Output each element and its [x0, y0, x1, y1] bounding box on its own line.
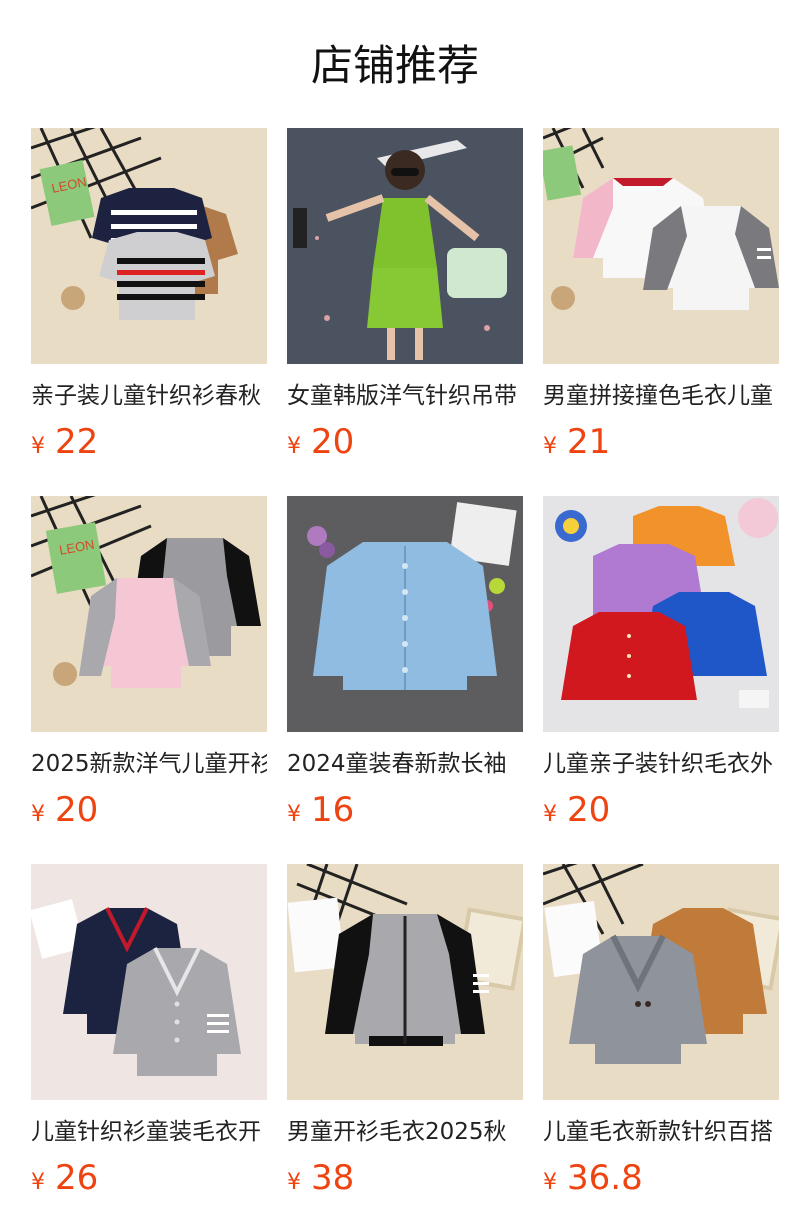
- vneck-cardigan-icon: [31, 864, 267, 1100]
- product-price: 20: [567, 790, 611, 830]
- girl-green-dress-icon: [287, 128, 523, 364]
- product-name[interactable]: 亲子装儿童针织衫春秋: [31, 380, 267, 412]
- currency-symbol: ¥: [287, 434, 301, 459]
- product-image[interactable]: [543, 864, 779, 1100]
- striped-sweater-icon: LEON: [31, 128, 267, 364]
- product-name[interactable]: 儿童亲子装针织毛衣外: [543, 748, 779, 780]
- product-card[interactable]: 男童拼接撞色毛衣儿童 ¥ 21: [543, 128, 779, 496]
- product-card[interactable]: LEON 亲子装儿童针织衫春秋 ¥ 22: [31, 128, 267, 496]
- currency-symbol: ¥: [287, 802, 301, 827]
- pink-cardigan-icon: LEON: [31, 496, 267, 732]
- currency-symbol: ¥: [543, 802, 557, 827]
- product-price: 20: [311, 422, 355, 462]
- price-row: ¥ 38: [287, 1158, 523, 1198]
- currency-symbol: ¥: [287, 1170, 301, 1195]
- product-price: 36.8: [567, 1158, 643, 1198]
- raglan-sweater-icon: [543, 128, 779, 364]
- price-row: ¥ 36.8: [543, 1158, 779, 1198]
- price-row: ¥ 16: [287, 790, 523, 830]
- product-name[interactable]: 男童开衫毛衣2025秋: [287, 1116, 523, 1148]
- shawl-cardigan-icon: [543, 864, 779, 1100]
- product-price: 20: [55, 790, 99, 830]
- product-card[interactable]: 男童开衫毛衣2025秋 ¥ 38: [287, 864, 523, 1232]
- currency-symbol: ¥: [31, 434, 45, 459]
- product-name[interactable]: 儿童毛衣新款针织百搭: [543, 1116, 779, 1148]
- product-price: 26: [55, 1158, 99, 1198]
- product-card[interactable]: 儿童毛衣新款针织百搭 ¥ 36.8: [543, 864, 779, 1232]
- product-price: 21: [567, 422, 611, 462]
- currency-symbol: ¥: [31, 1170, 45, 1195]
- price-row: ¥ 20: [31, 790, 267, 830]
- product-card[interactable]: 儿童针织衫童装毛衣开 ¥ 26: [31, 864, 267, 1232]
- price-row: ¥ 21: [543, 422, 779, 462]
- product-price: 16: [311, 790, 355, 830]
- price-row: ¥ 22: [31, 422, 267, 462]
- price-row: ¥ 26: [31, 1158, 267, 1198]
- product-price: 22: [55, 422, 99, 462]
- product-name[interactable]: 2024童装春新款长袖: [287, 748, 523, 780]
- blue-cardigan-icon: [287, 496, 523, 732]
- currency-symbol: ¥: [31, 802, 45, 827]
- product-grid: LEON 亲子装儿童针织衫春秋 ¥ 22 女童韩版洋气针织吊带 ¥ 20 男童拼…: [31, 128, 790, 1232]
- product-image[interactable]: LEON: [31, 496, 267, 732]
- product-name[interactable]: 男童拼接撞色毛衣儿童: [543, 380, 779, 412]
- product-card[interactable]: 女童韩版洋气针织吊带 ¥ 20: [287, 128, 523, 496]
- currency-symbol: ¥: [543, 1170, 557, 1195]
- colorful-cardigans-icon: [543, 496, 779, 732]
- product-image[interactable]: [31, 864, 267, 1100]
- product-image[interactable]: [543, 496, 779, 732]
- product-card[interactable]: LEON 2025新款洋气儿童开衫 ¥ 20: [31, 496, 267, 864]
- product-name[interactable]: 儿童针织衫童装毛衣开: [31, 1116, 267, 1148]
- page-title: 店铺推荐: [310, 41, 479, 90]
- product-image[interactable]: [543, 128, 779, 364]
- product-name[interactable]: 女童韩版洋气针织吊带: [287, 380, 523, 412]
- price-row: ¥ 20: [543, 790, 779, 830]
- product-card[interactable]: 2024童装春新款长袖 ¥ 16: [287, 496, 523, 864]
- product-name[interactable]: 2025新款洋气儿童开衫: [31, 748, 267, 780]
- product-image[interactable]: [287, 128, 523, 364]
- price-row: ¥ 20: [287, 422, 523, 462]
- zip-cardigan-icon: [287, 864, 523, 1100]
- product-image[interactable]: LEON: [31, 128, 267, 364]
- product-card[interactable]: 儿童亲子装针织毛衣外 ¥ 20: [543, 496, 779, 864]
- product-image[interactable]: [287, 496, 523, 732]
- product-price: 38: [311, 1158, 355, 1198]
- product-image[interactable]: [287, 864, 523, 1100]
- currency-symbol: ¥: [543, 434, 557, 459]
